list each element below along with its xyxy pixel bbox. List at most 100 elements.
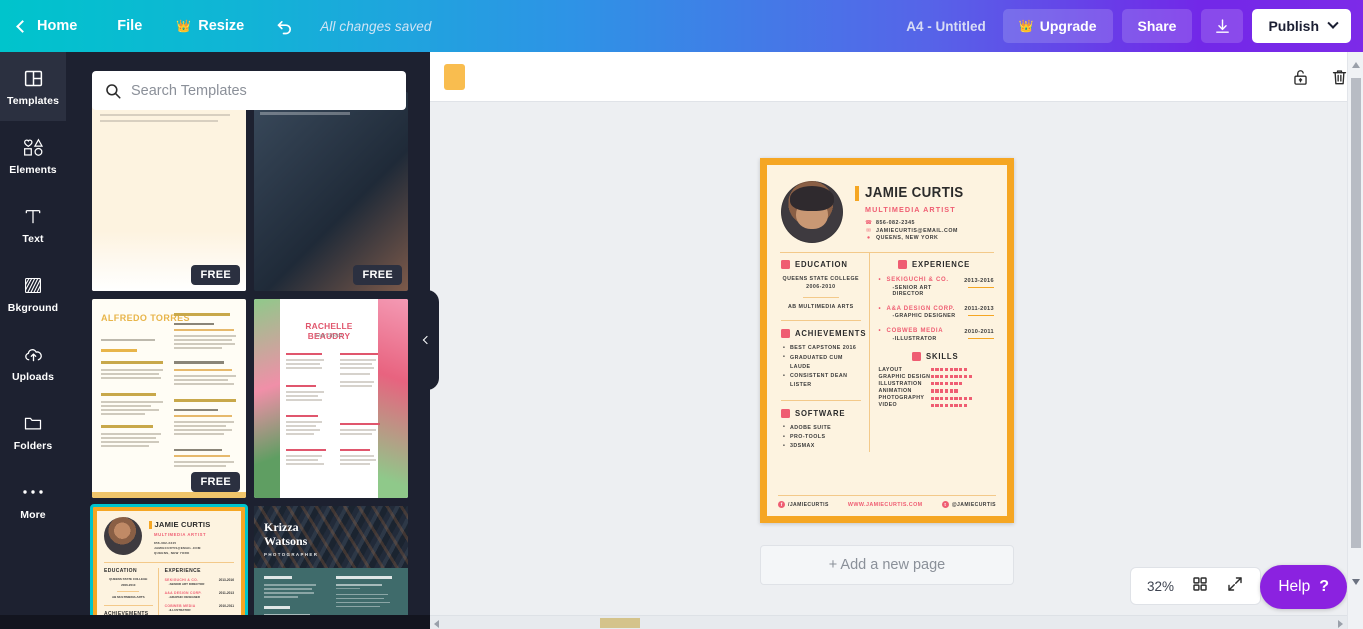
- zoom-level[interactable]: 32%: [1147, 579, 1174, 594]
- context-toolbar: [430, 52, 1363, 102]
- contact-location: ● QUEENS, NEW YORK: [865, 235, 996, 241]
- job-years: 2013-2016: [964, 277, 994, 284]
- thumb-name: JAMIE CURTIS: [154, 520, 211, 529]
- scroll-down-arrow[interactable]: [1352, 579, 1360, 585]
- chevron-down-icon: [1327, 17, 1339, 29]
- template-thumb-jamie-curtis[interactable]: JAMIE CURTIS MULTIMEDIA ARTIST 856-082-2…: [90, 504, 248, 629]
- search-container: [92, 71, 406, 110]
- help-button[interactable]: Help ?: [1260, 565, 1347, 609]
- templates-panel: FREE FREE ALFREDO TORRES FREE RACHELLE B…: [66, 52, 430, 629]
- footer-twitter-text: @JAMIECURTIS: [951, 501, 996, 508]
- unlock-icon: [1294, 69, 1307, 85]
- publish-button[interactable]: Publish: [1252, 9, 1351, 43]
- grid-view-button[interactable]: [1191, 575, 1209, 598]
- section-achievements-title: ACHIEVEMENTS: [795, 329, 867, 339]
- sidebar-item-bkground[interactable]: Bkground: [0, 259, 66, 328]
- resume-right-column: EXPERIENCE SEKIGUCHI & CO. -SENIOR ART D…: [870, 253, 996, 452]
- resume-name: JAMIE CURTIS: [865, 185, 964, 201]
- color-swatch-button[interactable]: [444, 63, 465, 90]
- skill-name: ANIMATION: [878, 388, 912, 395]
- help-label: Help: [1278, 578, 1311, 595]
- skill-row: GRAPHIC DESIGN: [879, 374, 994, 380]
- publish-label: Publish: [1268, 18, 1319, 34]
- design-page[interactable]: JAMIE CURTIS MULTIMEDIA ARTIST ☎ 856-082…: [760, 158, 1014, 523]
- resume-footer: f /JAMIECURTIS WWW.JAMIECURTIS.COM t @JA…: [778, 495, 996, 508]
- horizontal-scrollbar-thumb[interactable]: [600, 618, 640, 628]
- grid-view-icon: [1193, 576, 1207, 591]
- text-t-icon: [23, 204, 43, 228]
- scroll-right-arrow[interactable]: [1338, 620, 1343, 628]
- resize-button[interactable]: 👑 Resize: [160, 0, 260, 52]
- sidebar-item-text[interactable]: Text: [0, 190, 66, 259]
- thumb-job-1-yr: 2011-2013: [218, 591, 234, 596]
- sidebar-item-more[interactable]: More: [0, 466, 66, 535]
- thumb-job-0-pos: -SENIOR ART DIRECTOR: [168, 582, 205, 587]
- help-question-mark: ?: [1319, 578, 1329, 595]
- undo-button[interactable]: [260, 0, 312, 52]
- experience-entry: A&A DESIGN CORP. -GRAPHIC DESIGNER 2011-…: [879, 306, 994, 319]
- sidebar-item-folders[interactable]: Folders: [0, 397, 66, 466]
- canvas-area: JAMIE CURTIS MULTIMEDIA ARTIST ☎ 856-082…: [415, 52, 1363, 629]
- job-position: -GRAPHIC DESIGNER: [892, 313, 956, 319]
- software-item: PRO-TOOLS: [781, 432, 861, 442]
- template-thumb-partial-left[interactable]: FREE: [92, 92, 246, 291]
- sidebar-label-uploads: Uploads: [11, 371, 55, 383]
- folder-icon: [22, 411, 44, 435]
- footer-website: WWW.JAMIECURTIS.COM: [847, 501, 923, 508]
- download-button[interactable]: [1201, 9, 1244, 43]
- footer-facebook: f /JAMIECURTIS: [778, 501, 829, 508]
- sidebar-item-elements[interactable]: Elements: [0, 121, 66, 190]
- template-thumb-krizza-watsons[interactable]: Krizza Watsons PHOTOGRAPHER: [254, 506, 408, 629]
- template-thumb-alfredo-torres[interactable]: ALFREDO TORRES FREE: [92, 299, 246, 498]
- templates-grid-icon: [23, 66, 44, 90]
- header-left-group: Home File 👑 Resize All changes saved: [0, 0, 431, 52]
- education-degree: AB MULTIMEDIA ARTS: [787, 303, 854, 310]
- education-years: 2006-2010: [806, 284, 836, 291]
- bottom-dark-strip: [0, 615, 430, 629]
- search-input[interactable]: [131, 82, 394, 99]
- section-skills-title: SKILLS: [926, 351, 959, 361]
- bar-chart-icon: [912, 351, 921, 361]
- fullscreen-button[interactable]: [1226, 575, 1244, 598]
- lock-button[interactable]: [1291, 67, 1310, 87]
- template-thumb-partial-right[interactable]: FREE: [254, 92, 408, 291]
- free-badge: FREE: [191, 472, 240, 492]
- share-button[interactable]: Share: [1121, 9, 1193, 43]
- scroll-up-arrow[interactable]: [1352, 62, 1360, 68]
- thumb-job-2-pos: -ILLUSTRATOR: [168, 608, 191, 613]
- vertical-scrollbar[interactable]: [1347, 52, 1363, 629]
- search-box[interactable]: [92, 71, 406, 110]
- sidebar-item-uploads[interactable]: Uploads: [0, 328, 66, 397]
- vertical-scrollbar-thumb[interactable]: [1351, 78, 1361, 548]
- add-new-page-button[interactable]: + Add a new page: [760, 545, 1014, 585]
- skill-row: LAYOUT: [879, 367, 994, 373]
- save-status: All changes saved: [320, 18, 432, 34]
- section-experience-title: EXPERIENCE: [912, 260, 971, 269]
- chevron-left-icon: [422, 335, 432, 345]
- home-button[interactable]: Home: [0, 0, 99, 52]
- resume-identity: JAMIE CURTIS MULTIMEDIA ARTIST ☎ 856-082…: [855, 181, 996, 243]
- template-thumb-rachelle-beaudry[interactable]: RACHELLE BEAUDRY Hair Stylist: [254, 299, 408, 498]
- software-item: 3DSMAX: [781, 442, 861, 452]
- skill-row: ILLUSTRATION: [879, 381, 994, 387]
- sidebar-item-templates[interactable]: Templates: [0, 52, 66, 121]
- upgrade-button[interactable]: 👑 Upgrade: [1002, 9, 1113, 43]
- skill-name: PHOTOGRAPHY: [878, 395, 925, 402]
- job-year-rule: [967, 315, 994, 316]
- experience-entry: SEKIGUCHI & CO. -SENIOR ART DIRECTOR 201…: [879, 277, 994, 297]
- upgrade-label: Upgrade: [1039, 18, 1097, 34]
- ellipsis-icon: [22, 480, 44, 504]
- collapse-panel-handle[interactable]: [415, 290, 439, 390]
- scroll-left-arrow[interactable]: [434, 620, 439, 628]
- file-menu-button[interactable]: File: [99, 0, 160, 52]
- horizontal-scrollbar[interactable]: [430, 615, 1347, 629]
- file-label: File: [117, 18, 143, 34]
- achievement-item: GRADUATED CUM LAUDE: [781, 353, 861, 373]
- left-separator-1: [781, 320, 861, 322]
- home-label: Home: [37, 18, 78, 34]
- job-years: 2010-2011: [964, 328, 994, 335]
- thumb-krizza-sub: PHOTOGRAPHER: [264, 552, 319, 557]
- share-label: Share: [1137, 18, 1177, 34]
- app-header: Home File 👑 Resize All changes saved A4 …: [0, 0, 1363, 52]
- facebook-icon: f: [778, 501, 785, 508]
